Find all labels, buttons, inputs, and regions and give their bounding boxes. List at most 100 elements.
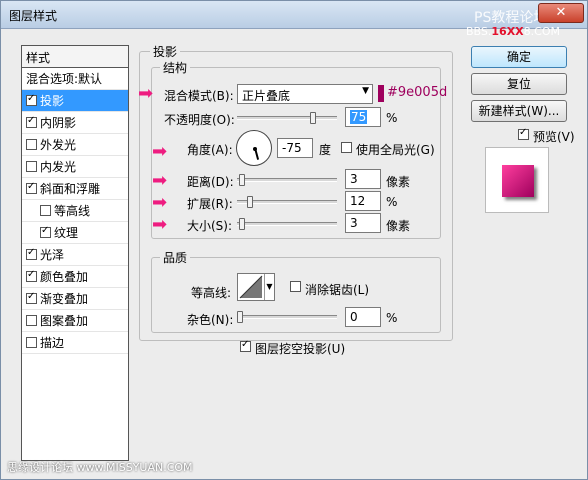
knockout-label: 图层挖空投影(U) <box>255 342 346 356</box>
style-list-item[interactable]: 颜色叠加 <box>22 266 128 288</box>
distance-label: 距离(D): <box>187 175 234 189</box>
opacity-label: 不透明度(O): <box>164 113 235 127</box>
spread-value: 12 <box>350 194 366 208</box>
style-list-item[interactable]: 外发光 <box>22 134 128 156</box>
style-list-item-label: 内阴影 <box>40 116 77 130</box>
pointer-arrow-icon: ➡ <box>152 214 168 235</box>
noise-input[interactable]: 0 <box>345 307 381 327</box>
style-list-item[interactable]: 内阴影 <box>22 112 128 134</box>
antialias-checkbox[interactable] <box>290 281 301 292</box>
distance-slider[interactable] <box>237 174 337 186</box>
noise-label: 杂色(N): <box>187 313 234 327</box>
opacity-input[interactable]: 75 <box>345 107 381 127</box>
noise-unit: % <box>386 311 398 325</box>
style-list: 样式 混合选项:默认投影内阴影外发光内发光斜面和浮雕等高线纹理光泽颜色叠加渐变叠… <box>21 45 129 461</box>
spread-slider[interactable] <box>237 196 337 208</box>
new-style-button[interactable]: 新建样式(W)... <box>471 100 567 122</box>
contour-dropdown-icon[interactable]: ▼ <box>264 274 274 300</box>
opacity-slider-thumb[interactable] <box>310 112 316 124</box>
style-checkbox[interactable] <box>26 315 37 326</box>
shadow-color-hex-label: #9e005d <box>387 85 448 100</box>
noise-value: 0 <box>350 310 358 324</box>
preview-checkbox[interactable] <box>518 127 529 140</box>
contour-picker[interactable]: ▼ <box>237 273 275 301</box>
noise-slider-thumb[interactable] <box>237 311 243 323</box>
pointer-arrow-icon: ➡ <box>152 170 168 191</box>
style-list-item[interactable]: 斜面和浮雕 <box>22 178 128 200</box>
global-light-checkbox[interactable] <box>341 142 352 153</box>
spread-input[interactable]: 12 <box>345 191 381 211</box>
style-list-item-label: 等高线 <box>54 204 91 218</box>
style-checkbox[interactable] <box>26 161 37 172</box>
style-list-item[interactable]: 光泽 <box>22 244 128 266</box>
blend-mode-select[interactable]: 正片叠底 ▼ <box>237 84 373 104</box>
style-list-item[interactable]: 混合选项:默认 <box>22 68 128 90</box>
size-slider[interactable] <box>237 218 337 230</box>
spread-unit: % <box>386 195 398 209</box>
style-checkbox[interactable] <box>26 291 37 304</box>
style-checkbox[interactable] <box>26 181 37 194</box>
shadow-color-swatch[interactable] <box>378 85 384 102</box>
style-checkbox[interactable] <box>26 115 37 128</box>
size-unit: 像素 <box>386 219 411 233</box>
spread-label: 扩展(R): <box>187 197 233 211</box>
spread-slider-thumb[interactable] <box>247 196 253 208</box>
style-list-item-label: 图案叠加 <box>40 314 89 328</box>
style-list-item-label: 渐变叠加 <box>40 292 89 306</box>
angle-dial[interactable] <box>236 130 272 166</box>
watermark-bottom: 思缘设计论坛 www.MISSYUAN.COM <box>7 461 193 474</box>
style-list-item-label: 纹理 <box>54 226 79 240</box>
structure-title: 结构 <box>160 59 191 76</box>
style-list-item-label: 投影 <box>40 94 65 108</box>
style-checkbox[interactable] <box>26 139 37 150</box>
style-list-item[interactable]: 渐变叠加 <box>22 288 128 310</box>
style-list-item-label: 斜面和浮雕 <box>40 182 101 196</box>
pointer-arrow-icon: ➡ <box>138 83 154 104</box>
angle-value: -75 <box>282 141 302 155</box>
size-slider-thumb[interactable] <box>239 218 245 230</box>
opacity-value: 75 <box>350 110 368 124</box>
watermark-url-suffix: 8.COM <box>523 25 560 38</box>
style-list-item-label: 内发光 <box>40 160 77 174</box>
style-checkbox[interactable] <box>26 247 37 260</box>
close-button[interactable]: ✕ <box>538 3 584 23</box>
opacity-slider[interactable] <box>237 112 337 124</box>
watermark-url-mid: 16XX <box>491 25 524 38</box>
style-list-item[interactable]: 纹理 <box>22 222 128 244</box>
ok-button[interactable]: 确定 <box>471 46 567 68</box>
antialias-label: 消除锯齿(L) <box>305 283 370 297</box>
dropdown-arrow-icon: ▼ <box>362 86 369 96</box>
window-title: 图层样式 <box>9 9 58 23</box>
distance-input[interactable]: 3 <box>345 169 381 189</box>
pointer-arrow-icon: ➡ <box>152 141 168 162</box>
opacity-unit: % <box>386 111 398 125</box>
noise-slider[interactable] <box>237 311 337 323</box>
style-list-item-label: 外发光 <box>40 138 77 152</box>
angle-label: 角度(A): <box>187 143 233 157</box>
distance-value: 3 <box>350 172 358 186</box>
style-list-item[interactable]: 内发光 <box>22 156 128 178</box>
preview-label: 预览(V) <box>533 130 575 144</box>
reset-button[interactable]: 复位 <box>471 73 567 95</box>
style-list-header: 样式 <box>22 46 128 68</box>
angle-unit: 度 <box>319 143 332 157</box>
style-list-item-label: 颜色叠加 <box>40 270 89 284</box>
style-list-item[interactable]: 图案叠加 <box>22 310 128 332</box>
style-list-item[interactable]: 描边 <box>22 332 128 354</box>
style-checkbox[interactable] <box>40 225 51 238</box>
style-checkbox[interactable] <box>40 205 51 216</box>
size-input[interactable]: 3 <box>345 213 381 233</box>
size-label: 大小(S): <box>187 219 233 233</box>
angle-input[interactable]: -75 <box>277 138 313 158</box>
style-checkbox[interactable] <box>26 93 37 106</box>
style-checkbox[interactable] <box>26 337 37 348</box>
pointer-arrow-icon: ➡ <box>152 192 168 213</box>
distance-slider-thumb[interactable] <box>239 174 245 186</box>
knockout-checkbox[interactable] <box>240 339 251 352</box>
watermark-site-name: PS教程论坛 <box>474 10 548 26</box>
style-checkbox[interactable] <box>26 269 37 282</box>
style-list-item-label: 描边 <box>40 336 65 350</box>
style-list-item[interactable]: 等高线 <box>22 200 128 222</box>
style-list-item[interactable]: 投影 <box>22 90 128 112</box>
blend-mode-value: 正片叠底 <box>242 89 291 103</box>
